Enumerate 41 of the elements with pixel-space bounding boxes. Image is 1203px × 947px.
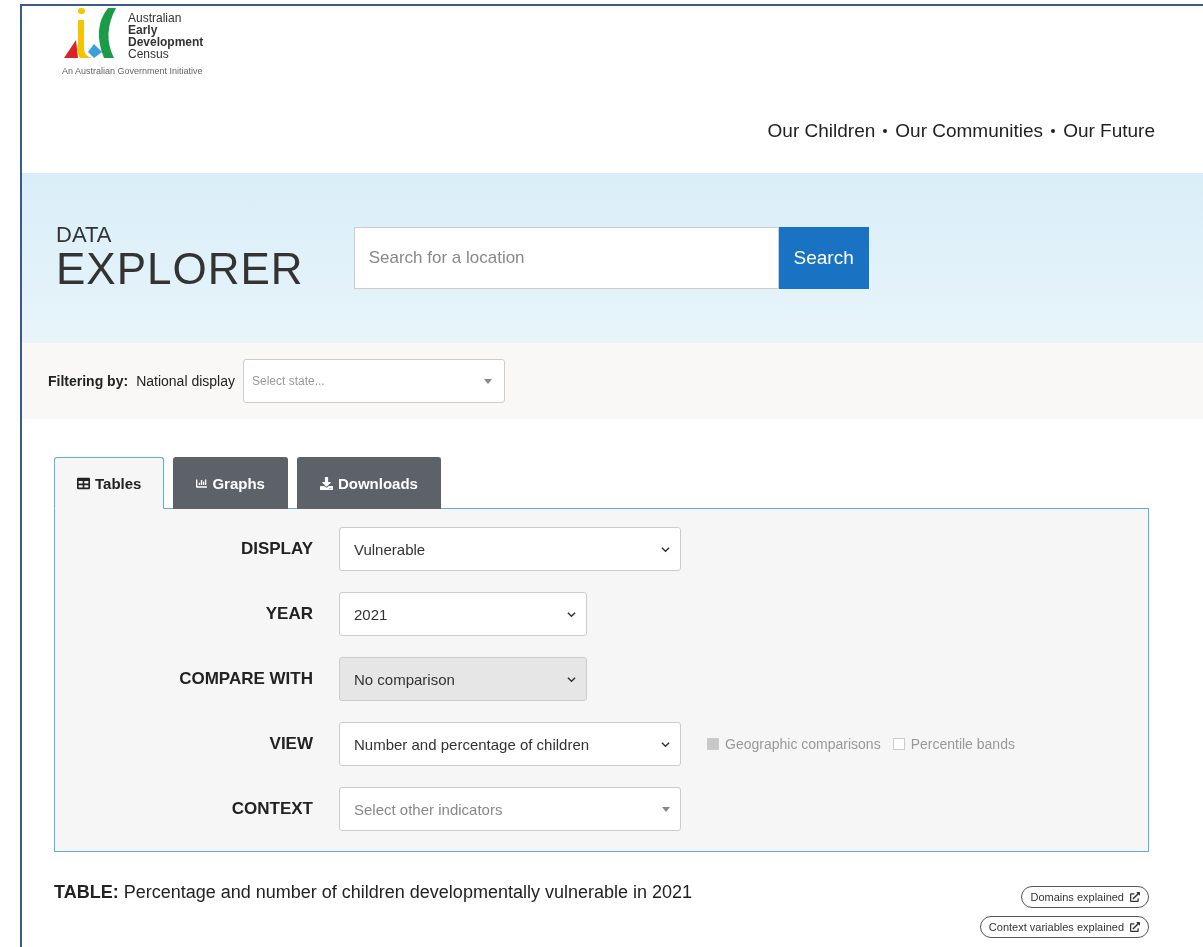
field-label: VIEW [268,734,313,754]
checkbox-label: Geographic comparisons [725,736,881,752]
chevron-down-icon [567,609,576,619]
tab[interactable]: Downloads [296,457,441,509]
checkbox[interactable] [707,738,719,750]
bar-chart-icon [196,478,208,489]
download-icon [319,477,333,490]
field-label: YEAR [264,604,313,624]
caret-icon [662,806,670,812]
external-link-icon [1130,892,1140,902]
chevron-down-icon [661,739,670,749]
motto-text: Our Communities [895,120,1044,142]
dropdown-select[interactable]: Number and percentage of children [339,722,681,766]
tab[interactable]: Graphs [173,457,288,509]
tab[interactable]: Tables [54,457,165,509]
motto-text: Our Future [1063,120,1155,142]
search-button[interactable]: Search [778,227,869,289]
field-label: CONTEXT [230,799,313,819]
field-label: COMPARE WITH [178,669,313,689]
dropdown-select[interactable]: 2021 [339,592,587,636]
title-small: DATA [56,224,113,246]
dropdown-select[interactable]: Vulnerable [339,527,681,571]
filter-label: Filtering by: [48,373,129,389]
checkbox[interactable] [892,738,905,750]
chevron-down-icon [567,674,576,684]
chevron-down-icon [661,544,670,554]
motto-text: Our Children [767,120,876,142]
table-icon [77,476,90,490]
logo-text: Australian Early Development Census [128,12,204,60]
filter-value: National display [136,373,235,389]
separator-dot-icon [883,129,888,133]
separator-dot-icon [1051,129,1056,133]
search-field[interactable]: Search for a location [353,227,779,289]
checkbox-label: Percentile bands [910,736,1015,752]
field-label: DISPLAY [239,539,313,559]
external-link-icon [1130,922,1140,932]
caret-icon [483,378,492,384]
page-title: EXPLORER [56,246,304,292]
logo-tagline: An Australian Government Initiative [62,66,204,76]
table-caption: TABLE: Percentage and number of children developmentally vulnerable in 2021 [54,882,693,904]
multi-select[interactable]: Select other indicators [339,787,681,831]
